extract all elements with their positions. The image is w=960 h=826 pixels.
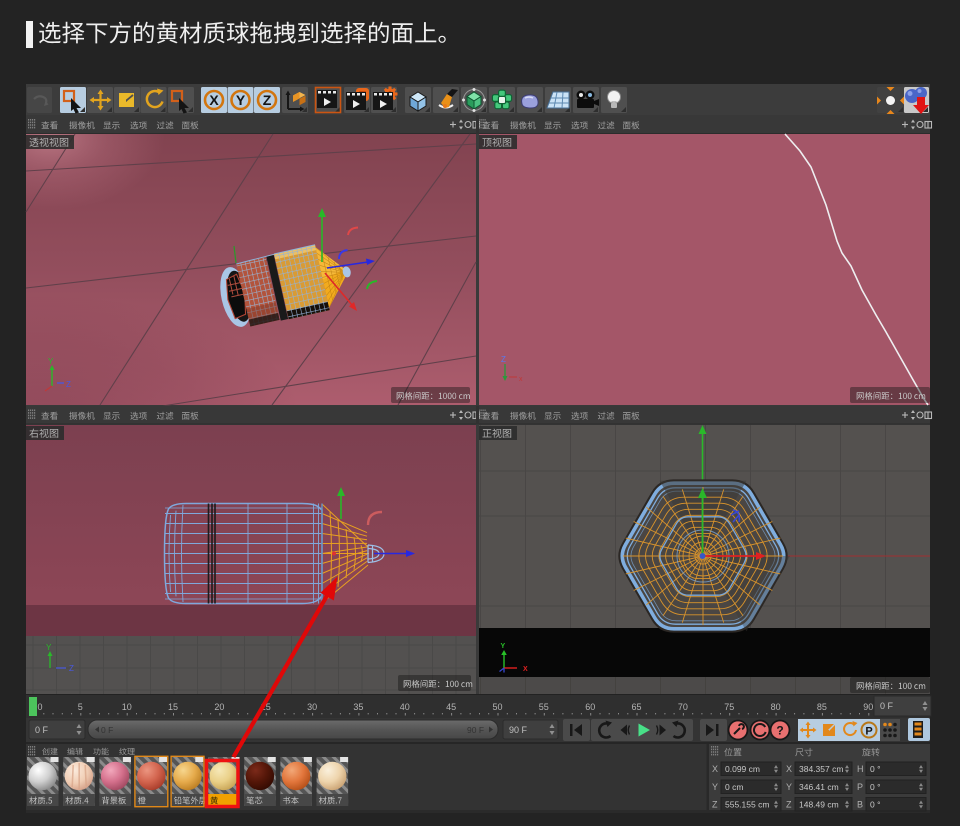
svg-text:Y: Y	[236, 92, 246, 108]
svg-text:346.41 cm: 346.41 cm	[799, 782, 839, 792]
svg-text:X: X	[523, 666, 528, 673]
svg-text:90 F: 90 F	[467, 725, 484, 735]
svg-text:?: ?	[776, 724, 783, 738]
svg-text:Y: Y	[786, 782, 792, 792]
svg-text:Z: Z	[66, 380, 71, 389]
svg-text:X: X	[712, 764, 718, 774]
svg-text:90: 90	[863, 702, 873, 712]
svg-text:P: P	[865, 726, 872, 738]
svg-text:H: H	[857, 764, 864, 774]
svg-text:Z: Z	[712, 800, 718, 810]
svg-text:384.357 cm: 384.357 cm	[799, 764, 843, 774]
svg-text:85: 85	[817, 702, 827, 712]
svg-text:5: 5	[78, 702, 83, 712]
svg-text:X: X	[786, 764, 792, 774]
svg-text:Y: Y	[46, 643, 52, 652]
svg-text:Z: Z	[786, 800, 792, 810]
svg-text:Z: Z	[501, 355, 506, 364]
svg-text:0 cm: 0 cm	[725, 782, 743, 792]
svg-text:35: 35	[353, 702, 363, 712]
svg-text:B: B	[857, 800, 863, 810]
svg-text:0 °: 0 °	[870, 782, 881, 792]
svg-text:55: 55	[539, 702, 549, 712]
svg-text:0 F: 0 F	[101, 725, 113, 735]
svg-text:60: 60	[585, 702, 595, 712]
svg-text:80: 80	[771, 702, 781, 712]
svg-text:20: 20	[214, 702, 224, 712]
svg-text:0 F: 0 F	[35, 725, 49, 735]
svg-text:45: 45	[446, 702, 456, 712]
svg-text:70: 70	[678, 702, 688, 712]
svg-text:x: x	[519, 376, 523, 383]
svg-text:Y: Y	[712, 782, 718, 792]
svg-text:40: 40	[400, 702, 410, 712]
svg-text:Z: Z	[263, 92, 272, 108]
svg-text:0 °: 0 °	[870, 800, 881, 810]
svg-text:65: 65	[631, 702, 641, 712]
svg-text:Y: Y	[501, 643, 506, 650]
svg-text:0.099 cm: 0.099 cm	[725, 764, 760, 774]
svg-text:X: X	[209, 92, 219, 108]
svg-text:148.49 cm: 148.49 cm	[799, 800, 839, 810]
svg-text:90 F: 90 F	[509, 725, 528, 735]
svg-text:0: 0	[37, 702, 42, 712]
svg-text:0 F: 0 F	[880, 701, 894, 711]
svg-text:P: P	[857, 782, 863, 792]
svg-text:15: 15	[168, 702, 178, 712]
svg-text:555.155 cm: 555.155 cm	[725, 800, 769, 810]
svg-text:Y: Y	[48, 357, 54, 366]
svg-text:50: 50	[492, 702, 502, 712]
svg-text:0 °: 0 °	[870, 764, 881, 774]
svg-text:10: 10	[122, 702, 132, 712]
svg-text:30: 30	[307, 702, 317, 712]
svg-text:Z: Z	[69, 664, 74, 673]
svg-text:75: 75	[724, 702, 734, 712]
